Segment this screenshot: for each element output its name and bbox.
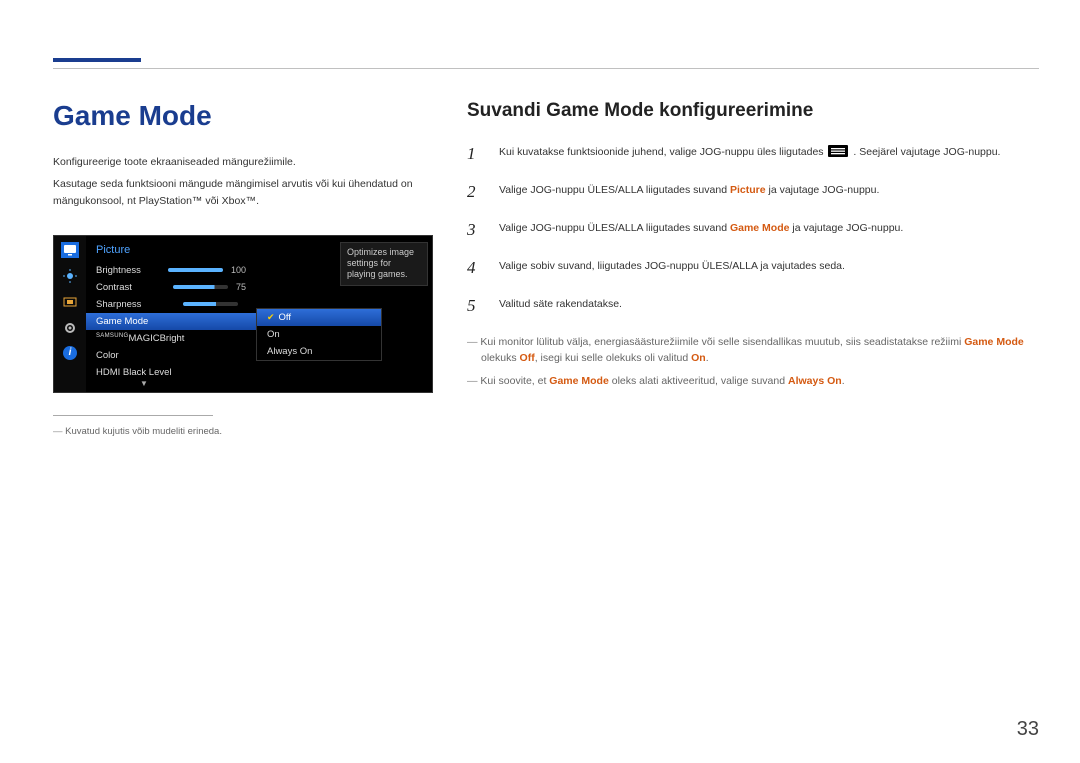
check-icon: ✔ <box>267 312 275 323</box>
brightness-icon <box>61 268 79 284</box>
step-number: 5 <box>467 296 483 316</box>
highlight: On <box>691 352 706 364</box>
section-subtitle: Suvandi Game Mode konfigureerimine <box>467 100 1039 122</box>
info-icon: i <box>63 346 77 360</box>
resize-icon <box>61 294 79 310</box>
osd-row-gamemode: Game Mode <box>86 313 256 330</box>
step-text: Valige JOG-nuppu ÜLES/ALLA liigutades su… <box>499 220 903 240</box>
highlight: Picture <box>730 184 766 196</box>
highlight: Game Mode <box>730 222 790 234</box>
osd-row-label: HDMI Black Level <box>96 367 172 378</box>
page-number: 33 <box>1017 718 1039 741</box>
scroll-down-icon: ▼ <box>140 379 148 388</box>
slider-bar <box>173 285 228 289</box>
osd-row-label: SAMSUNGMAGICBright <box>96 333 184 344</box>
osd-submenu-on: On <box>257 326 381 343</box>
submenu-label: Always On <box>267 346 312 357</box>
right-column: Suvandi Game Mode konfigureerimine 1 Kui… <box>467 100 1039 437</box>
note: Kui soovite, et Game Mode oleks alati ak… <box>467 373 1039 389</box>
osd-row-hdmi-black: HDMI Black Level <box>86 364 256 381</box>
osd-row-label: Color <box>96 350 119 361</box>
osd-row-brightness: Brightness 100 <box>86 262 256 279</box>
footnote-rule <box>53 415 213 416</box>
step-number: 2 <box>467 182 483 202</box>
step-text: Kui kuvatakse funktsioonide juhend, vali… <box>499 144 1000 164</box>
osd-row-label: Contrast <box>96 282 132 293</box>
osd-section-title: Picture <box>86 242 256 262</box>
osd-row-label: Brightness <box>96 265 141 276</box>
slider-bar <box>168 268 223 272</box>
chapter-accent-bar <box>53 58 141 62</box>
intro-paragraph: Konfigureerige toote ekraaniseaded mängu… <box>53 154 433 170</box>
page-top-rule <box>53 68 1039 69</box>
osd-icon-rail: i <box>54 236 86 392</box>
step-number: 3 <box>467 220 483 240</box>
gear-icon <box>61 320 79 336</box>
menu-icon <box>828 145 848 157</box>
osd-main-menu: Picture Brightness 100 Contrast 75 Sharp… <box>86 236 256 392</box>
osd-tooltip: Optimizes image settings for playing gam… <box>340 242 428 286</box>
osd-value: 75 <box>236 282 246 292</box>
osd-row-sharpness: Sharpness <box>86 296 256 313</box>
step-row: 2 Valige JOG-nuppu ÜLES/ALLA liigutades … <box>467 182 1039 202</box>
osd-row-contrast: Contrast 75 <box>86 279 256 296</box>
intro-paragraph: Kasutage seda funktsiooni mängude mängim… <box>53 176 433 209</box>
osd-row-color: Color <box>86 347 256 364</box>
highlight: Always On <box>788 375 842 387</box>
page-title: Game Mode <box>53 100 433 132</box>
submenu-label: Off <box>279 312 292 323</box>
osd-row-magicbright: SAMSUNGMAGICBright <box>86 330 256 347</box>
footnote-left: Kuvatud kujutis võib mudeliti erineda. <box>53 426 433 437</box>
step-row: 5 Valitud säte rakendatakse. <box>467 296 1039 316</box>
osd-row-label: Sharpness <box>96 299 141 310</box>
osd-row-label: Game Mode <box>96 316 148 327</box>
superscript: SAMSUNG <box>96 333 128 339</box>
highlight: Off <box>520 352 535 364</box>
left-column: Game Mode Konfigureerige toote ekraanise… <box>53 100 433 437</box>
highlight: Game Mode <box>964 336 1024 348</box>
osd-submenu: ✔ Off On Always On <box>256 308 382 361</box>
note: Kui monitor lülitub välja, energiasäästu… <box>467 334 1039 367</box>
text-fragment: Kui kuvatakse funktsioonide juhend, vali… <box>499 146 826 158</box>
monitor-icon <box>61 242 79 258</box>
step-row: 1 Kui kuvatakse funktsioonide juhend, va… <box>467 144 1039 164</box>
step-row: 4 Valige sobiv suvand, liigutades JOG-nu… <box>467 258 1039 278</box>
step-number: 1 <box>467 144 483 164</box>
slider-bar <box>183 302 238 306</box>
magicbright-label: MAGICBright <box>128 333 184 344</box>
osd-submenu-always-on: Always On <box>257 343 381 360</box>
submenu-label: On <box>267 329 280 340</box>
text-fragment: . Seejärel vajutage JOG-nuppu. <box>853 146 1000 158</box>
osd-value: 100 <box>231 265 246 275</box>
page-content: Game Mode Konfigureerige toote ekraanise… <box>53 100 1039 437</box>
step-number: 4 <box>467 258 483 278</box>
step-text: Valige JOG-nuppu ÜLES/ALLA liigutades su… <box>499 182 879 202</box>
osd-submenu-off: ✔ Off <box>257 309 381 326</box>
step-text: Valitud säte rakendatakse. <box>499 296 622 316</box>
step-text: Valige sobiv suvand, liigutades JOG-nupp… <box>499 258 845 278</box>
step-row: 3 Valige JOG-nuppu ÜLES/ALLA liigutades … <box>467 220 1039 240</box>
osd-screenshot: i Picture Brightness 100 Contrast 75 Sha… <box>53 235 433 393</box>
highlight: Game Mode <box>549 375 609 387</box>
